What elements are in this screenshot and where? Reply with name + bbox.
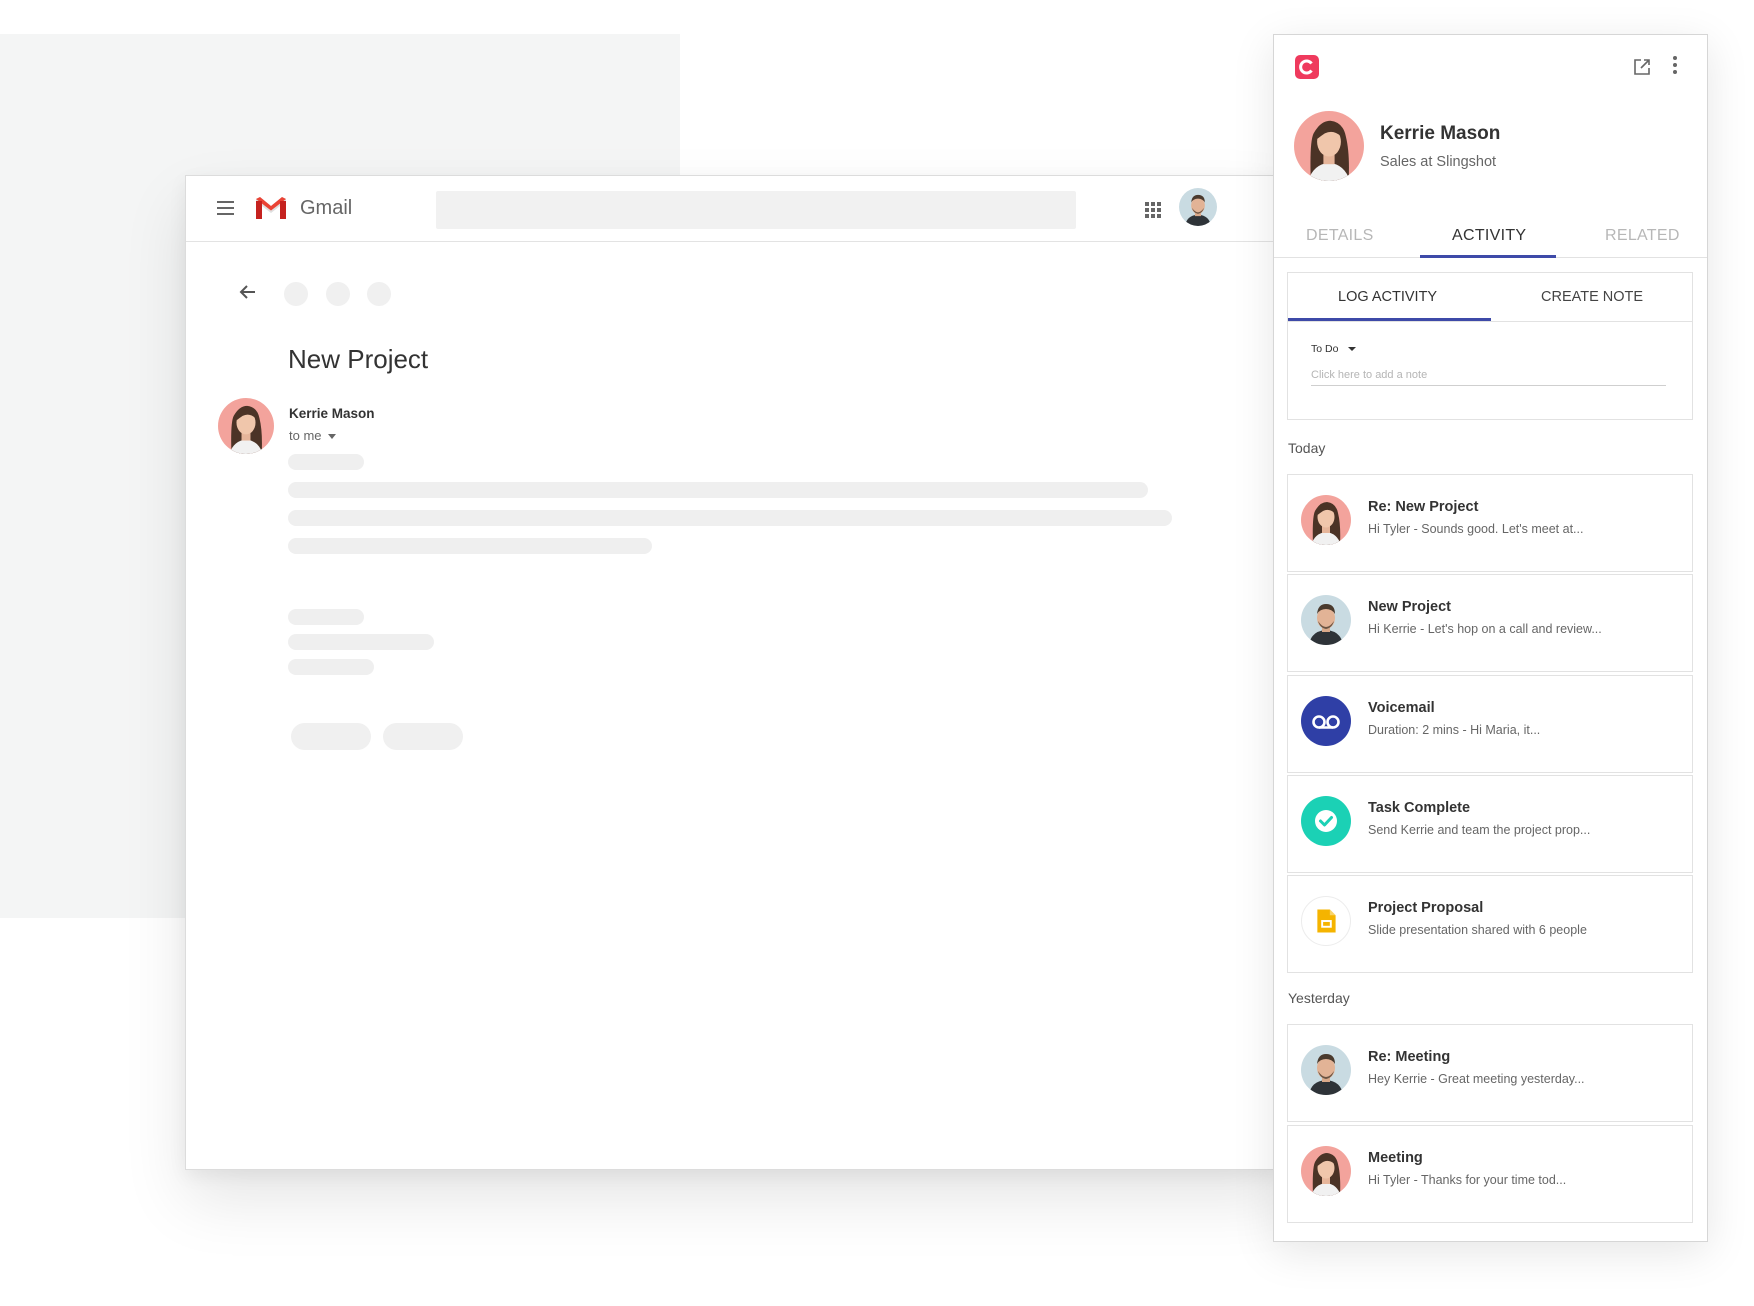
recipient-dropdown[interactable]: to me: [289, 428, 336, 443]
activity-preview: Hi Kerrie - Let's hop on a call and revi…: [1368, 622, 1602, 636]
recipient-label: to me: [289, 428, 322, 443]
activity-preview: Hi Tyler - Sounds good. Let's meet at...: [1368, 522, 1584, 536]
slides-icon: [1301, 896, 1351, 946]
placeholder-action[interactable]: [326, 282, 350, 306]
gmail-logo-icon: [256, 197, 286, 219]
contact-avatar: [1294, 111, 1364, 181]
placeholder-action[interactable]: [284, 282, 308, 306]
placeholder-action[interactable]: [367, 282, 391, 306]
contact-role: Sales at Slingshot: [1380, 154, 1497, 170]
email-subject: New Project: [288, 344, 429, 374]
tab-related[interactable]: RELATED: [1605, 227, 1680, 245]
check-icon: [1301, 796, 1351, 846]
crm-side-panel: Kerrie Mason Sales at Slingshot DETAILS …: [1273, 34, 1708, 1242]
activity-preview: Slide presentation shared with 6 people: [1368, 923, 1587, 937]
avatar-woman-icon: [1301, 1146, 1351, 1196]
activity-title: Project Proposal: [1368, 900, 1484, 916]
more-options-icon[interactable]: [1672, 56, 1678, 78]
active-sub-tab-indicator: [1288, 318, 1491, 321]
activity-item[interactable]: Meeting Hi Tyler - Thanks for your time …: [1287, 1125, 1693, 1223]
log-sub-tabs: LOG ACTIVITY CREATE NOTE: [1288, 273, 1692, 322]
activity-item[interactable]: New Project Hi Kerrie - Let's hop on a c…: [1287, 574, 1693, 672]
activity-item[interactable]: Re: Meeting Hey Kerrie - Great meeting y…: [1287, 1024, 1693, 1122]
apps-grid-icon[interactable]: [1145, 202, 1161, 218]
placeholder-line: [288, 454, 364, 470]
log-activity-box: LOG ACTIVITY CREATE NOTE To Do: [1287, 272, 1693, 420]
placeholder-button[interactable]: [383, 723, 463, 750]
placeholder-line: [288, 634, 434, 650]
gmail-logo-text: Gmail: [300, 197, 353, 219]
placeholder-line: [288, 510, 1172, 526]
brand-logo-icon[interactable]: [1295, 55, 1319, 79]
note-input[interactable]: [1311, 365, 1666, 386]
activity-preview: Hey Kerrie - Great meeting yesterday...: [1368, 1072, 1585, 1086]
open-external-icon[interactable]: [1632, 57, 1652, 77]
activity-preview: Send Kerrie and team the project prop...: [1368, 823, 1591, 837]
panel-tabs: DETAILS ACTIVITY RELATED: [1274, 219, 1707, 258]
activity-title: New Project: [1368, 599, 1451, 615]
placeholder-line: [288, 482, 1148, 498]
account-avatar[interactable]: [1179, 188, 1217, 226]
tab-create-note[interactable]: CREATE NOTE: [1541, 289, 1643, 305]
activity-type-value: To Do: [1311, 343, 1339, 355]
chevron-down-icon: [327, 434, 336, 440]
activity-title: Voicemail: [1368, 700, 1435, 716]
placeholder-line: [288, 659, 374, 675]
menu-icon[interactable]: [217, 201, 234, 215]
contact-name: Kerrie Mason: [1380, 123, 1501, 144]
tab-log-activity[interactable]: LOG ACTIVITY: [1338, 289, 1437, 305]
activity-title: Re: New Project: [1368, 499, 1479, 515]
section-label-today: Today: [1288, 440, 1326, 456]
voicemail-icon: [1301, 696, 1351, 746]
tab-details[interactable]: DETAILS: [1306, 227, 1374, 245]
sender-name: Kerrie Mason: [289, 406, 375, 421]
avatar-woman-icon: [1301, 495, 1351, 545]
sender-avatar: [218, 398, 274, 454]
activity-item[interactable]: Task Complete Send Kerrie and team the p…: [1287, 775, 1693, 873]
gmail-window: Gmail New Project Kerrie Mason to me: [185, 175, 1287, 1170]
activity-preview: Duration: 2 mins - Hi Maria, it...: [1368, 723, 1541, 737]
placeholder-button[interactable]: [291, 723, 371, 750]
back-arrow-icon[interactable]: [238, 282, 258, 302]
gmail-header: Gmail: [186, 176, 1286, 242]
section-label-yesterday: Yesterday: [1288, 990, 1350, 1006]
activity-type-select[interactable]: To Do: [1311, 343, 1357, 355]
active-tab-indicator: [1420, 255, 1556, 258]
placeholder-line: [288, 609, 364, 625]
activity-title: Re: Meeting: [1368, 1049, 1451, 1065]
placeholder-line: [288, 538, 652, 554]
chevron-down-icon: [1348, 347, 1357, 352]
activity-item[interactable]: Voicemail Duration: 2 mins - Hi Maria, i…: [1287, 675, 1693, 773]
avatar-man-icon: [1301, 1045, 1351, 1095]
avatar-man-icon: [1301, 595, 1351, 645]
activity-item[interactable]: Re: New Project Hi Tyler - Sounds good. …: [1287, 474, 1693, 572]
activity-title: Task Complete: [1368, 800, 1471, 816]
activity-item[interactable]: Project Proposal Slide presentation shar…: [1287, 875, 1693, 973]
search-bar[interactable]: [436, 191, 1076, 229]
activity-title: Meeting: [1368, 1150, 1423, 1166]
tab-activity[interactable]: ACTIVITY: [1452, 227, 1526, 245]
activity-preview: Hi Tyler - Thanks for your time tod...: [1368, 1173, 1567, 1187]
